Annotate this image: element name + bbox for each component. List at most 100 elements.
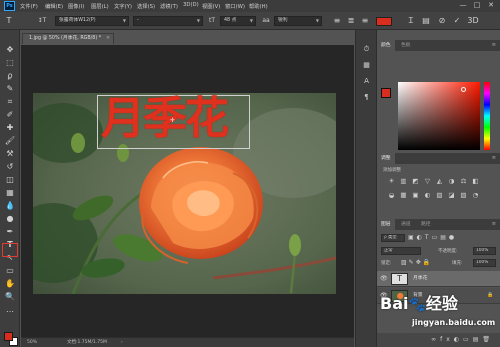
- eyedropper-tool-icon[interactable]: ✐: [4, 109, 16, 120]
- minimize-button[interactable]: —: [458, 1, 468, 10]
- tab-adjustments[interactable]: 调整: [377, 153, 395, 164]
- rectangle-tool-icon[interactable]: ▭: [4, 265, 16, 276]
- character-panel-icon[interactable]: ▤: [420, 15, 432, 27]
- move-tool-icon[interactable]: ✥: [4, 44, 16, 55]
- dodge-tool-icon[interactable]: ●: [4, 213, 16, 224]
- tab-layers[interactable]: 图层: [377, 219, 395, 230]
- properties-icon[interactable]: ▦: [361, 60, 372, 70]
- threshold-icon[interactable]: ◪: [447, 191, 456, 199]
- status-arrow-icon[interactable]: ›: [121, 338, 123, 347]
- black-white-icon[interactable]: ◧: [471, 177, 480, 185]
- healing-tool-icon[interactable]: ✚: [4, 122, 16, 133]
- layer-filter-icons[interactable]: ▣◐T▭▤●: [408, 234, 496, 242]
- 3d-icon[interactable]: 3D: [467, 15, 479, 27]
- font-style-select[interactable]: - ▼: [133, 16, 203, 26]
- fill-input[interactable]: 100%: [473, 259, 496, 267]
- history-brush-tool-icon[interactable]: ↺: [4, 161, 16, 172]
- align-center-icon[interactable]: ≣: [345, 15, 357, 27]
- color-panel-foreground-swatch[interactable]: [381, 88, 391, 98]
- vibrance-icon[interactable]: ◭: [435, 177, 444, 185]
- maximize-button[interactable]: □: [472, 1, 482, 10]
- brush-tool-icon[interactable]: 🖌: [4, 135, 16, 146]
- antialias-select[interactable]: 锐利 ▼: [274, 16, 322, 26]
- clone-stamp-tool-icon[interactable]: ⚒: [4, 148, 16, 159]
- curves-icon[interactable]: ◩: [411, 177, 420, 185]
- menu-item[interactable]: 3D(D): [183, 2, 199, 8]
- channel-mixer-icon[interactable]: ▦: [399, 191, 408, 199]
- photo-filter-icon[interactable]: ◒: [387, 191, 396, 199]
- align-left-icon[interactable]: ≡: [331, 15, 343, 27]
- pen-tool-icon[interactable]: ✒: [4, 226, 16, 237]
- menu-item[interactable]: 帮助(H): [249, 2, 268, 10]
- history-icon[interactable]: ⏱: [361, 44, 372, 54]
- close-tab-icon[interactable]: ✕: [106, 34, 110, 44]
- brightness-icon[interactable]: ☀: [387, 177, 396, 185]
- posterize-icon[interactable]: ▧: [435, 191, 444, 199]
- close-window-button[interactable]: ✕: [486, 1, 496, 10]
- align-right-icon[interactable]: ≡: [359, 15, 371, 27]
- lock-icons[interactable]: ▨✎✥🔒: [401, 259, 432, 266]
- text-layer-content[interactable]: 月季花: [101, 93, 251, 149]
- quick-select-tool-icon[interactable]: ✎: [4, 83, 16, 94]
- warp-text-icon[interactable]: Ꮖ: [405, 15, 417, 27]
- zoom-level[interactable]: 50%: [27, 338, 37, 347]
- cancel-edit-icon[interactable]: ⊘: [436, 15, 448, 27]
- document-image[interactable]: 月季花 ✛: [33, 93, 336, 294]
- lasso-tool-icon[interactable]: ϼ: [4, 70, 16, 81]
- menu-item[interactable]: 文件(F): [20, 2, 38, 10]
- adjustments-menu-icon[interactable]: ≡: [492, 153, 496, 164]
- document-tab[interactable]: 1.jpg @ 50% (月季花, RGB/8) * ✕: [22, 33, 114, 44]
- paragraph-icon[interactable]: ¶: [361, 92, 372, 102]
- tab-channels[interactable]: 通道: [397, 219, 415, 230]
- tab-paths[interactable]: 路径: [417, 219, 435, 230]
- gradient-map-icon[interactable]: ▨: [459, 191, 468, 199]
- selective-color-icon[interactable]: ◔: [471, 191, 480, 199]
- color-picker-ring[interactable]: [461, 87, 466, 92]
- layer-filter-select[interactable]: ρ 类型: [381, 234, 405, 242]
- layers-footer-icons[interactable]: ∞fx◐▭▤🗑: [377, 333, 500, 347]
- color-spectrum-field[interactable]: [398, 82, 480, 150]
- commit-edit-icon[interactable]: ✓: [451, 15, 463, 27]
- text-orientation-icon[interactable]: ↕T: [36, 15, 48, 27]
- crop-tool-icon[interactable]: ⌗: [4, 96, 16, 107]
- layers-menu-icon[interactable]: ≡: [492, 219, 496, 230]
- levels-icon[interactable]: ▥: [399, 177, 408, 185]
- foreground-color-swatch[interactable]: [4, 332, 13, 341]
- text-color-swatch[interactable]: [376, 17, 392, 26]
- menu-item[interactable]: 窗口(W): [225, 2, 245, 10]
- menu-bar: Ps — □ ✕ 文件(F) 编辑(E) 图像(I) 图层(L) 文字(Y) 选择(S) 滤…: [0, 0, 500, 12]
- layer-name[interactable]: 月季花: [413, 271, 427, 287]
- hue-slider[interactable]: [484, 82, 490, 150]
- hand-tool-icon[interactable]: ✋: [4, 278, 16, 289]
- invert-icon[interactable]: ◐: [423, 191, 432, 199]
- zoom-tool-icon[interactable]: 🔍: [4, 291, 16, 302]
- eraser-tool-icon[interactable]: ◫: [4, 174, 16, 185]
- tab-swatches[interactable]: 色板: [397, 40, 415, 51]
- font-family-select[interactable]: 张露荷体W12(P) ▼: [55, 16, 129, 26]
- document-size: 文档:1.75M/1.75M: [67, 340, 107, 345]
- layer-row-text[interactable]: 👁 T 月季花: [377, 271, 500, 287]
- menu-item[interactable]: 编辑(E): [45, 2, 63, 10]
- more-tools-icon[interactable]: …: [4, 304, 16, 315]
- character-icon[interactable]: A: [361, 76, 372, 86]
- menu-item[interactable]: 视图(V): [202, 2, 220, 10]
- visibility-eye-icon[interactable]: 👁: [380, 275, 388, 283]
- blur-tool-icon[interactable]: 💧: [4, 200, 16, 211]
- opacity-input[interactable]: 100%: [473, 247, 496, 255]
- menu-item[interactable]: 文字(Y): [114, 2, 132, 10]
- exposure-icon[interactable]: ▽: [423, 177, 432, 185]
- tab-color[interactable]: 颜色: [377, 40, 395, 51]
- marquee-tool-icon[interactable]: ⬚: [4, 57, 16, 68]
- blend-mode-select[interactable]: 正常: [381, 247, 421, 255]
- menu-item[interactable]: 图像(I): [68, 2, 84, 10]
- color-lookup-icon[interactable]: ▣: [411, 191, 420, 199]
- menu-item[interactable]: 图层(L): [91, 2, 109, 10]
- hue-saturation-icon[interactable]: ◑: [447, 177, 456, 185]
- menu-item[interactable]: 滤镜(T): [160, 2, 178, 10]
- panel-menu-icon[interactable]: ≡: [492, 40, 496, 51]
- type-tool-icon[interactable]: T: [3, 15, 15, 27]
- color-balance-icon[interactable]: ⚖: [459, 177, 468, 185]
- menu-item[interactable]: 选择(S): [137, 2, 155, 10]
- font-size-select[interactable]: 48 点 ▼: [220, 16, 256, 26]
- gradient-tool-icon[interactable]: ▦: [4, 187, 16, 198]
